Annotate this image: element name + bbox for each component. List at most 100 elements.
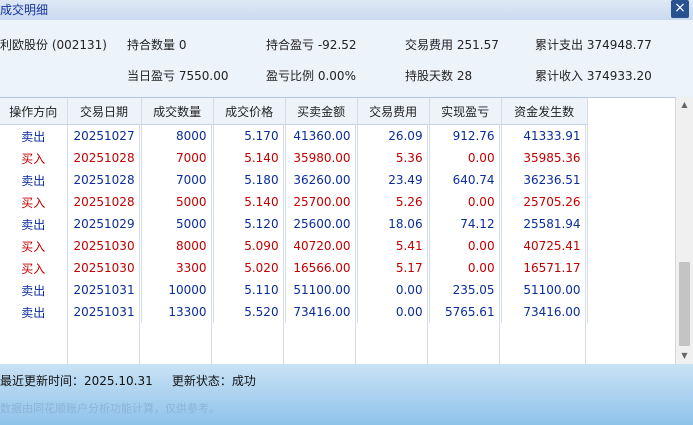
hold-qty: 持合数量 0: [127, 36, 186, 53]
cell-price: 5.110: [213, 279, 286, 301]
cell-date: 20251030: [67, 257, 142, 279]
cell-amount: 41360.00: [285, 124, 358, 147]
pnl-ratio: 盈亏比例 0.00%: [266, 67, 356, 84]
col-header-date[interactable]: 交易日期: [67, 98, 142, 125]
cell-direction: 卖出: [0, 301, 68, 323]
cell-amount: 16566.00: [285, 257, 358, 279]
cell-date: 20251030: [67, 235, 142, 257]
cell-direction: 卖出: [0, 279, 68, 301]
cell-realized-pnl: 0.00: [429, 147, 502, 169]
last-update-value: 2025.10.31: [84, 374, 153, 388]
total-out: 累计支出 374948.77: [535, 36, 652, 53]
table-row[interactable]: 买入 20251028 5000 5.140 25700.00 5.26 0.00 25705…: [0, 191, 588, 213]
total-out-value: 374948.77: [586, 38, 652, 52]
cell-realized-pnl: 912.76: [429, 124, 502, 147]
close-icon[interactable]: ×: [671, 0, 689, 18]
cell-amount: 35980.00: [285, 147, 358, 169]
table-row[interactable]: 买入 20251030 8000 5.090 40720.00 5.41 0.00 40725…: [0, 235, 588, 257]
update-status-value: 成功: [231, 374, 256, 388]
pnl-ratio-value: 0.00%: [317, 69, 356, 83]
chevron-down-icon[interactable]: ▼: [676, 348, 693, 364]
trade-grid: 操作方向 交易日期 成交数量 成交价格 买卖金额 交易费用 实现盈亏 资金发生数…: [0, 98, 588, 323]
cell-date: 20251031: [67, 279, 142, 301]
col-header-price[interactable]: 成交价格: [213, 98, 286, 125]
cell-realized-pnl: 0.00: [429, 257, 502, 279]
table-row[interactable]: 卖出 20251031 10000 5.110 51100.00 0.00 235.05 51…: [0, 279, 588, 301]
cell-quantity: 3300: [141, 257, 214, 279]
cell-date: 20251027: [67, 124, 142, 147]
cell-quantity: 8000: [141, 235, 214, 257]
cell-direction: 买入: [0, 257, 68, 279]
chevron-up-icon[interactable]: ▲: [676, 97, 693, 113]
col-header-fee[interactable]: 交易费用: [357, 98, 430, 125]
cell-fee: 0.00: [357, 279, 430, 301]
hold-qty-value: 0: [178, 38, 187, 52]
cell-realized-pnl: 640.74: [429, 169, 502, 191]
cell-amount: 25600.00: [285, 213, 358, 235]
trade-table: 操作方向 交易日期 成交数量 成交价格 买卖金额 交易费用 实现盈亏 资金发生数…: [0, 97, 693, 366]
table-row[interactable]: 卖出 20251027 8000 5.170 41360.00 26.09 912.76 41…: [0, 124, 588, 147]
hold-days: 持股天数 28: [405, 67, 472, 84]
cell-cash-flow: 25581.94: [501, 213, 588, 235]
pnl-ratio-label: 盈亏比例: [266, 69, 315, 83]
col-header-amount[interactable]: 买卖金额: [285, 98, 358, 125]
cell-quantity: 13300: [141, 301, 214, 323]
cell-price: 5.090: [213, 235, 286, 257]
table-row[interactable]: 卖出 20251028 7000 5.180 36260.00 23.49 640.74 36…: [0, 169, 588, 191]
scrollbar-thumb[interactable]: [679, 262, 690, 346]
cell-price: 5.180: [213, 169, 286, 191]
cell-date: 20251028: [67, 191, 142, 213]
col-header-cash-flow[interactable]: 资金发生数: [501, 98, 588, 125]
cell-price: 5.140: [213, 147, 286, 169]
cell-price: 5.020: [213, 257, 286, 279]
title-bar: 成交明细 ×: [0, 0, 693, 21]
table-row[interactable]: 买入 20251028 7000 5.140 35980.00 5.36 0.00 35985…: [0, 147, 588, 169]
cell-realized-pnl: 5765.61: [429, 301, 502, 323]
cell-quantity: 7000: [141, 147, 214, 169]
cell-amount: 51100.00: [285, 279, 358, 301]
stock-name: 利欧股份 (002131): [0, 38, 107, 52]
table-row[interactable]: 卖出 20251029 5000 5.120 25600.00 18.06 74.12 255…: [0, 213, 588, 235]
cell-quantity: 5000: [141, 213, 214, 235]
cell-direction: 卖出: [0, 169, 68, 191]
col-header-quantity[interactable]: 成交数量: [141, 98, 214, 125]
cell-date: 20251029: [67, 213, 142, 235]
trade-fee-label: 交易费用: [405, 38, 454, 52]
table-row[interactable]: 卖出 20251031 13300 5.520 73416.00 0.00 5765.61 7…: [0, 301, 588, 323]
total-in: 累计收入 374933.20: [535, 67, 652, 84]
update-status-line: 最近更新时间：2025.10.31 更新状态：成功: [0, 372, 256, 389]
cell-cash-flow: 73416.00: [501, 301, 588, 323]
cell-realized-pnl: 74.12: [429, 213, 502, 235]
cell-quantity: 7000: [141, 169, 214, 191]
col-header-realized-pnl[interactable]: 实现盈亏: [429, 98, 502, 125]
cell-cash-flow: 35985.36: [501, 147, 588, 169]
cell-quantity: 10000: [141, 279, 214, 301]
cell-amount: 73416.00: [285, 301, 358, 323]
update-status-label: 更新状态：: [171, 374, 232, 388]
cell-fee: 5.17: [357, 257, 430, 279]
cell-cash-flow: 16571.17: [501, 257, 588, 279]
summary-panel: 利欧股份 (002131) 持合数量 0 持合盈亏 -92.52 交易费用 25…: [0, 20, 693, 96]
cell-date: 20251031: [67, 301, 142, 323]
cell-amount: 25700.00: [285, 191, 358, 213]
cell-date: 20251028: [67, 147, 142, 169]
total-in-value: 374933.20: [586, 69, 652, 83]
table-row[interactable]: 买入 20251030 3300 5.020 16566.00 5.17 0.00 16571…: [0, 257, 588, 279]
table-header-row: 操作方向 交易日期 成交数量 成交价格 买卖金额 交易费用 实现盈亏 资金发生数: [0, 98, 588, 125]
cell-price: 5.170: [213, 124, 286, 147]
cell-date: 20251028: [67, 169, 142, 191]
cell-realized-pnl: 235.05: [429, 279, 502, 301]
cell-direction: 卖出: [0, 213, 68, 235]
cell-cash-flow: 51100.00: [501, 279, 588, 301]
cell-price: 5.120: [213, 213, 286, 235]
hold-pnl-label: 持合盈亏: [266, 38, 315, 52]
cell-price: 5.520: [213, 301, 286, 323]
cell-direction: 买入: [0, 235, 68, 257]
col-header-direction[interactable]: 操作方向: [0, 98, 68, 125]
cell-cash-flow: 40725.41: [501, 235, 588, 257]
day-pnl-value: 7550.00: [178, 69, 229, 83]
cell-fee: 26.09: [357, 124, 430, 147]
cell-fee: 5.41: [357, 235, 430, 257]
cell-fee: 5.36: [357, 147, 430, 169]
vertical-scrollbar[interactable]: ▲ ▼: [675, 97, 693, 364]
